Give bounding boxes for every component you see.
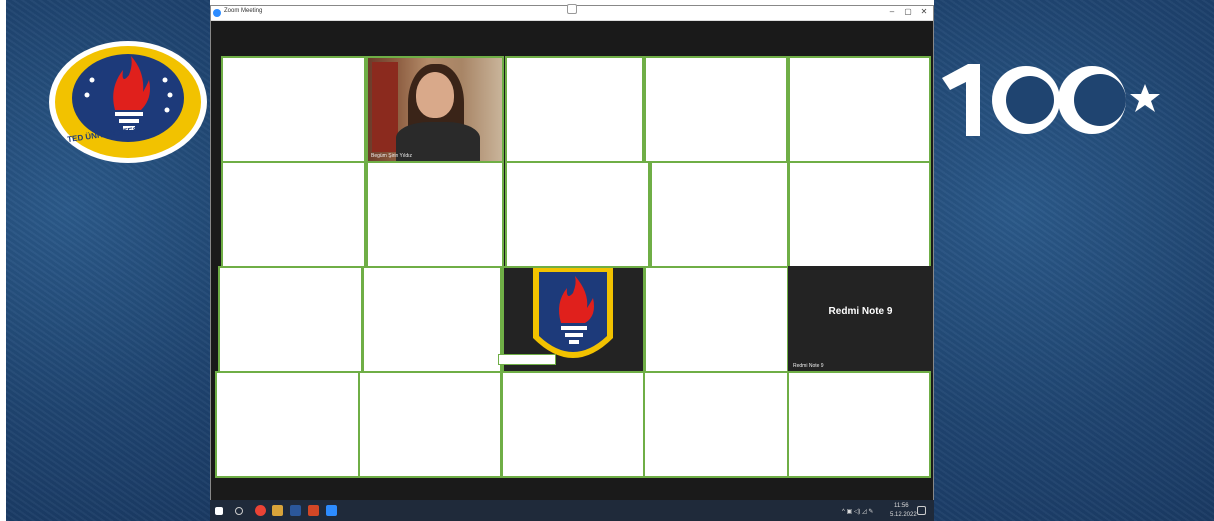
- windows-taskbar: ^ ▣ ◁) ◿ ✎ 11:56 5.12.2022: [210, 500, 934, 521]
- zoom-window: Zoom Meeting – ▢ ✕ Begüm Şirin Yıldız Re…: [210, 4, 934, 521]
- ted-university-logo: [49, 41, 207, 163]
- participant-tile[interactable]: [788, 161, 931, 268]
- ted-avatar-logo: [533, 268, 613, 358]
- participant-name: Redmi Note 9: [793, 363, 824, 369]
- participant-tile[interactable]: [505, 56, 644, 163]
- participant-tile[interactable]: [358, 371, 502, 478]
- participant-tile[interactable]: [215, 371, 360, 478]
- close-button[interactable]: ✕: [917, 7, 931, 16]
- start-icon[interactable]: [215, 507, 223, 515]
- clock-date[interactable]: 5.12.2022: [890, 512, 917, 518]
- chrome-icon[interactable]: [255, 505, 266, 516]
- participant-tile[interactable]: [505, 161, 650, 268]
- participant-video-tile[interactable]: Begüm Şirin Yıldız: [366, 56, 504, 163]
- minimize-button[interactable]: –: [885, 7, 899, 16]
- participant-tile[interactable]: [501, 371, 645, 478]
- participant-tile[interactable]: [218, 266, 363, 373]
- participant-redmi-tile[interactable]: Redmi Note 9 Redmi Note 9: [788, 266, 933, 373]
- title-bar: Zoom Meeting – ▢ ✕: [211, 4, 933, 21]
- window-title: Zoom Meeting: [224, 8, 263, 14]
- participant-tile[interactable]: [362, 266, 502, 373]
- notification-icon[interactable]: [917, 506, 926, 515]
- participant-tile[interactable]: [788, 56, 931, 163]
- word-icon[interactable]: [290, 505, 301, 516]
- search-icon[interactable]: [235, 507, 243, 515]
- name-label-box: [498, 354, 556, 365]
- zoom-app-icon: [213, 9, 221, 17]
- centennial-100-logo: [942, 64, 1160, 136]
- participant-tile[interactable]: [221, 56, 366, 163]
- participant-name: Begüm Şirin Yıldız: [371, 153, 413, 159]
- participant-tile[interactable]: [787, 371, 931, 478]
- participant-logo-tile[interactable]: [498, 266, 645, 373]
- participant-tile[interactable]: [644, 56, 788, 163]
- maximize-button[interactable]: ▢: [901, 7, 915, 16]
- participant-tile[interactable]: [366, 161, 504, 268]
- participant-tile[interactable]: [650, 161, 789, 268]
- participant-tile[interactable]: [643, 371, 789, 478]
- powerpoint-icon[interactable]: [308, 505, 319, 516]
- participant-video: [368, 58, 502, 161]
- resize-handle[interactable]: [567, 4, 577, 14]
- participant-tile[interactable]: [644, 266, 789, 373]
- participant-tile[interactable]: [221, 161, 366, 268]
- file-explorer-icon[interactable]: [272, 505, 283, 516]
- system-tray-icons[interactable]: ^ ▣ ◁) ◿ ✎: [842, 508, 873, 515]
- participant-device-name: Redmi Note 9: [828, 306, 893, 317]
- clock-time[interactable]: 11:56: [894, 503, 909, 509]
- zoom-taskbar-icon[interactable]: [326, 505, 337, 516]
